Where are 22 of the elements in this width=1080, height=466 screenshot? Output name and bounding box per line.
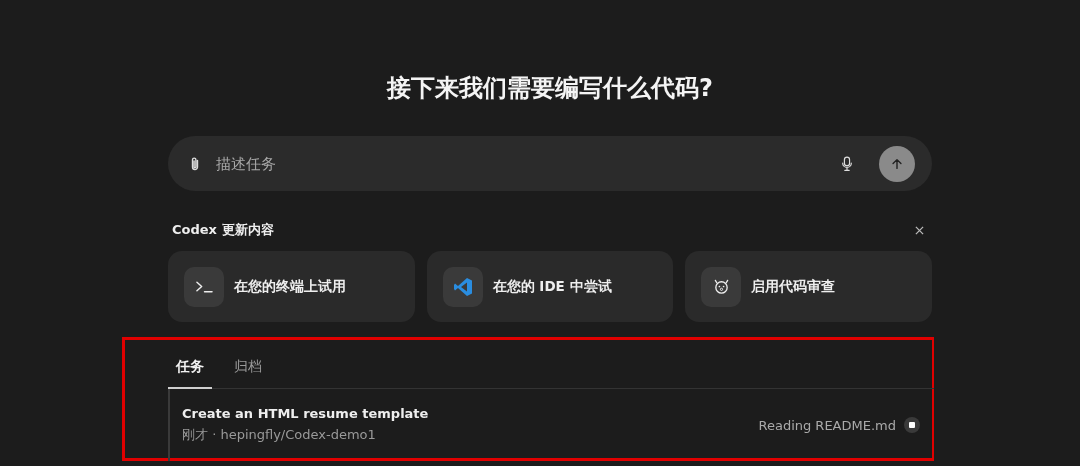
page-heading: 接下来我们需要编写什么代码? <box>387 73 713 104</box>
tab[interactable]: 归档 <box>226 340 270 389</box>
code-editor-icon <box>452 276 473 297</box>
terminal-icon <box>195 280 213 293</box>
dog-face-icon <box>712 278 730 295</box>
task-input-field[interactable]: 描述任务 <box>214 153 827 174</box>
send-button[interactable] <box>879 145 915 182</box>
task-row[interactable]: Create an HTML resume template 刚才 · hepingfly/Codex-demo1 Reading README.md <box>168 389 932 461</box>
paperclip-icon[interactable] <box>190 155 200 172</box>
feature-card[interactable]: 在您的终端上试用 <box>168 251 415 322</box>
stop-icon[interactable] <box>904 417 920 433</box>
task-meta: 刚才 · hepingfly/Codex-demo1 <box>182 426 377 444</box>
arrow-up-icon <box>890 156 904 171</box>
close-icon[interactable] <box>915 225 924 235</box>
updates-title: Codex 更新内容 <box>172 221 274 239</box>
task-title: Create an HTML resume template <box>182 406 430 421</box>
microphone-icon[interactable] <box>841 155 853 172</box>
task-status: Reading README.md <box>758 417 896 433</box>
feature-card[interactable]: 启用代码审查 <box>685 251 932 322</box>
task-composer-field[interactable]: 描述任务 <box>168 136 932 191</box>
feature-card[interactable]: 在您的 IDE 中尝试 <box>426 251 674 322</box>
tab[interactable]: 任务 <box>168 340 212 389</box>
